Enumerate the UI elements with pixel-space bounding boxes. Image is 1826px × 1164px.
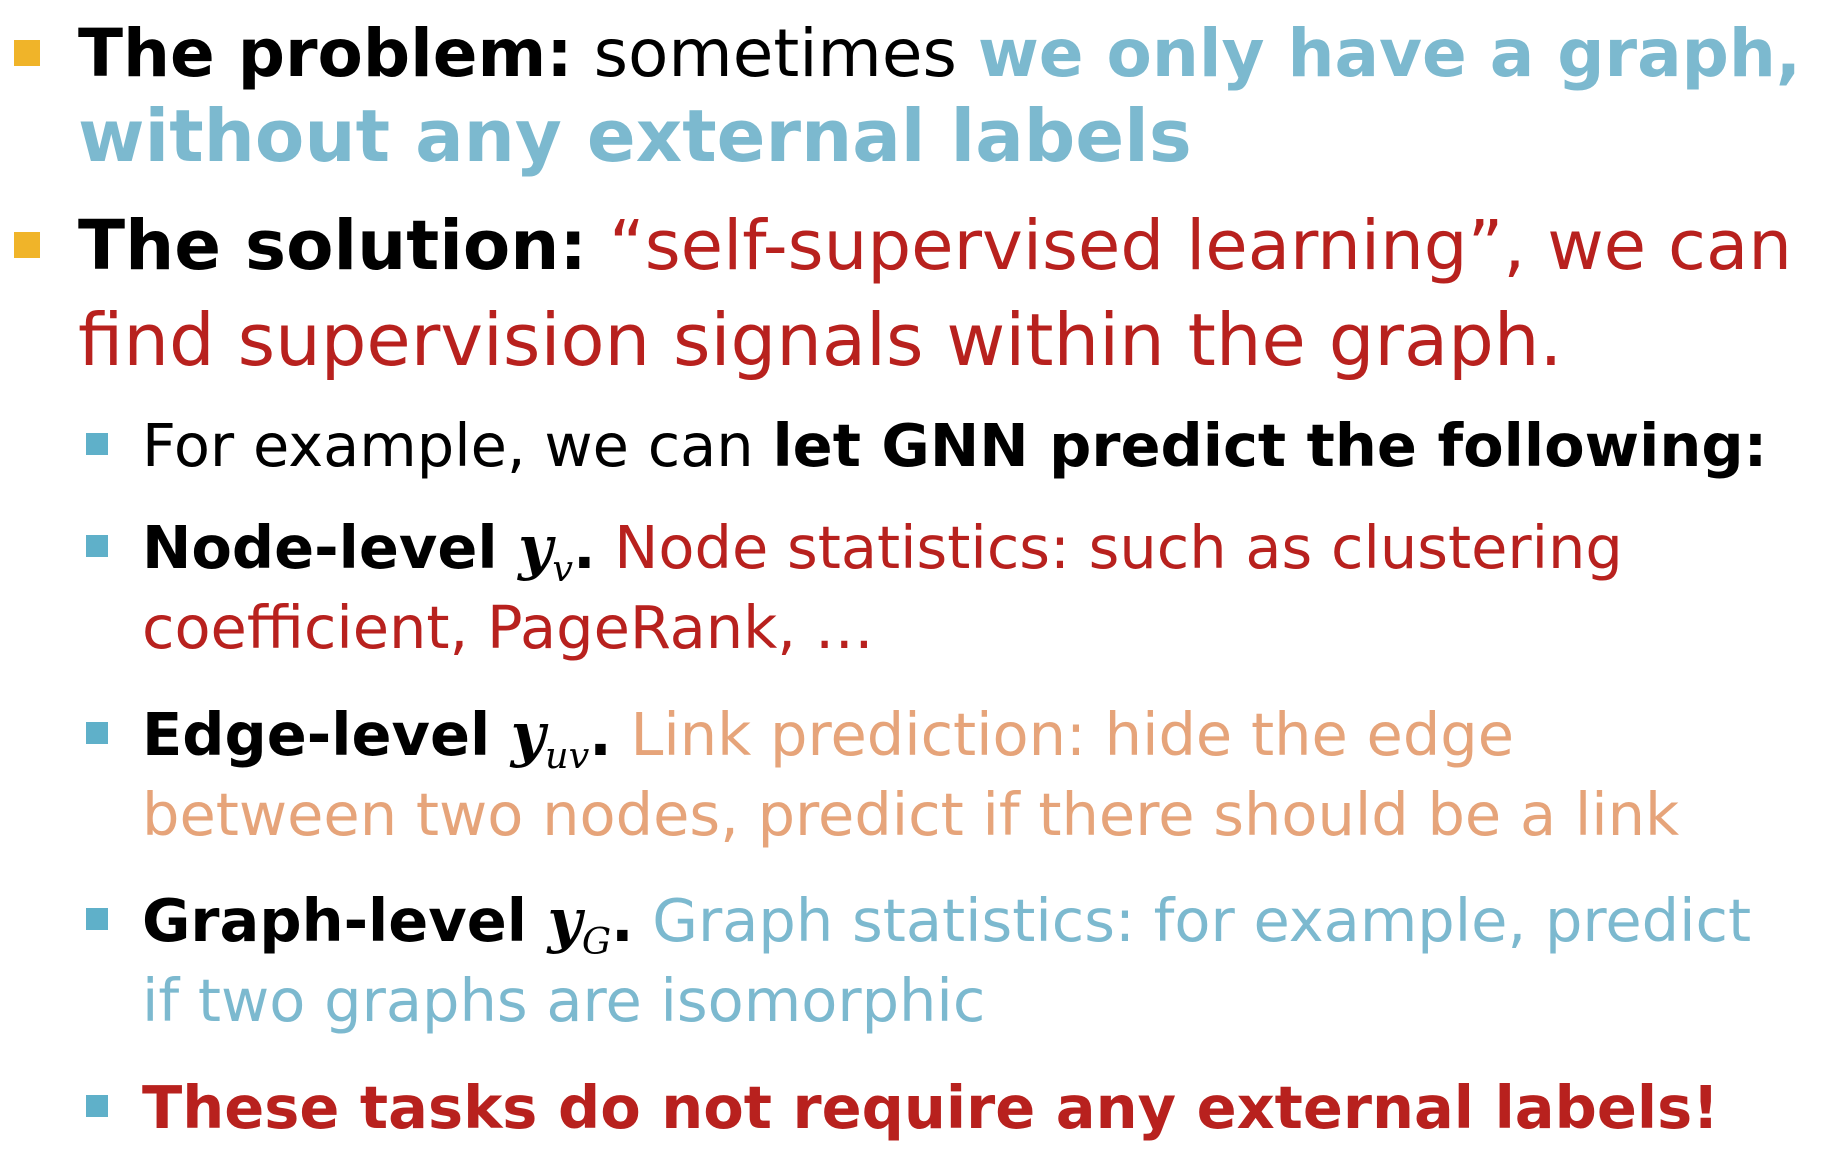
problem-label: The problem: bbox=[78, 15, 573, 92]
graph-level-math: yG bbox=[547, 886, 612, 960]
example-line: For example, we can let GNN predict the … bbox=[142, 406, 1767, 486]
graph-level-line-1: Graph-level yG. Graph statistics: for ex… bbox=[142, 881, 1751, 961]
solution-text-2: find supervision signals within the grap… bbox=[78, 298, 1563, 382]
edge-level-label: Edge-level bbox=[142, 700, 511, 769]
edge-level-desc-1: Link prediction: hide the edge bbox=[611, 700, 1515, 769]
graph-level-desc-2: if two graphs are isomorphic bbox=[142, 966, 986, 1035]
node-level-line-2: coefficient, PageRank, … bbox=[142, 588, 874, 668]
problem-highlight-1: we only have a graph, bbox=[977, 15, 1801, 92]
edge-level-math-sub: uv bbox=[545, 733, 590, 777]
bullet-conclusion bbox=[86, 1095, 108, 1117]
solution-label: The solution: bbox=[78, 206, 588, 286]
edge-level-period: . bbox=[589, 700, 612, 769]
edge-level-math-var: y bbox=[510, 700, 546, 769]
node-level-desc-2: coefficient, PageRank, … bbox=[142, 593, 874, 662]
edge-level-line-2: between two nodes, predict if there shou… bbox=[142, 775, 1679, 855]
problem-text: sometimes bbox=[572, 15, 978, 92]
solution-text-1: “self-supervised learning”, we can bbox=[587, 206, 1792, 286]
conclusion-line: These tasks do not require any external … bbox=[142, 1068, 1719, 1148]
example-bold: let GNN predict the following: bbox=[772, 411, 1768, 480]
example-prefix: For example, we can bbox=[142, 411, 773, 480]
graph-level-desc-1: Graph statistics: for example, predict bbox=[633, 886, 1752, 955]
graph-level-period: . bbox=[611, 886, 634, 955]
bullet-node-level bbox=[86, 535, 108, 557]
node-level-line-1: Node-level yv. Node statistics: such as … bbox=[142, 508, 1623, 588]
node-level-desc-1: Node statistics: such as clustering bbox=[595, 513, 1623, 582]
bullet-solution bbox=[14, 232, 40, 258]
edge-level-math: yuv bbox=[510, 700, 590, 774]
conclusion-text: These tasks do not require any external … bbox=[142, 1073, 1720, 1142]
graph-level-label: Graph-level bbox=[142, 886, 548, 955]
node-level-math-var: y bbox=[518, 513, 553, 582]
graph-level-math-sub: G bbox=[581, 919, 612, 963]
edge-level-desc-2: between two nodes, predict if there shou… bbox=[142, 780, 1680, 849]
bullet-example bbox=[86, 433, 108, 455]
problem-line-2: without any external labels bbox=[78, 88, 1192, 184]
problem-highlight-2: without any external labels bbox=[78, 94, 1192, 178]
edge-level-line-1: Edge-level yuv. Link prediction: hide th… bbox=[142, 695, 1514, 775]
node-level-math-sub: v bbox=[552, 546, 574, 590]
bullet-problem bbox=[14, 40, 40, 66]
bullet-graph-level bbox=[86, 908, 108, 930]
solution-line-2: find supervision signals within the grap… bbox=[78, 292, 1562, 388]
graph-level-line-2: if two graphs are isomorphic bbox=[142, 961, 985, 1041]
graph-level-math-var: y bbox=[547, 886, 582, 955]
bullet-edge-level bbox=[86, 722, 108, 744]
node-level-math: yv bbox=[518, 513, 573, 587]
solution-line-1: The solution: “self-supervised learning”… bbox=[78, 198, 1792, 294]
slide: The problem: sometimes we only have a gr… bbox=[0, 0, 1826, 1164]
node-level-label: Node-level bbox=[142, 513, 519, 582]
node-level-period: . bbox=[573, 513, 596, 582]
